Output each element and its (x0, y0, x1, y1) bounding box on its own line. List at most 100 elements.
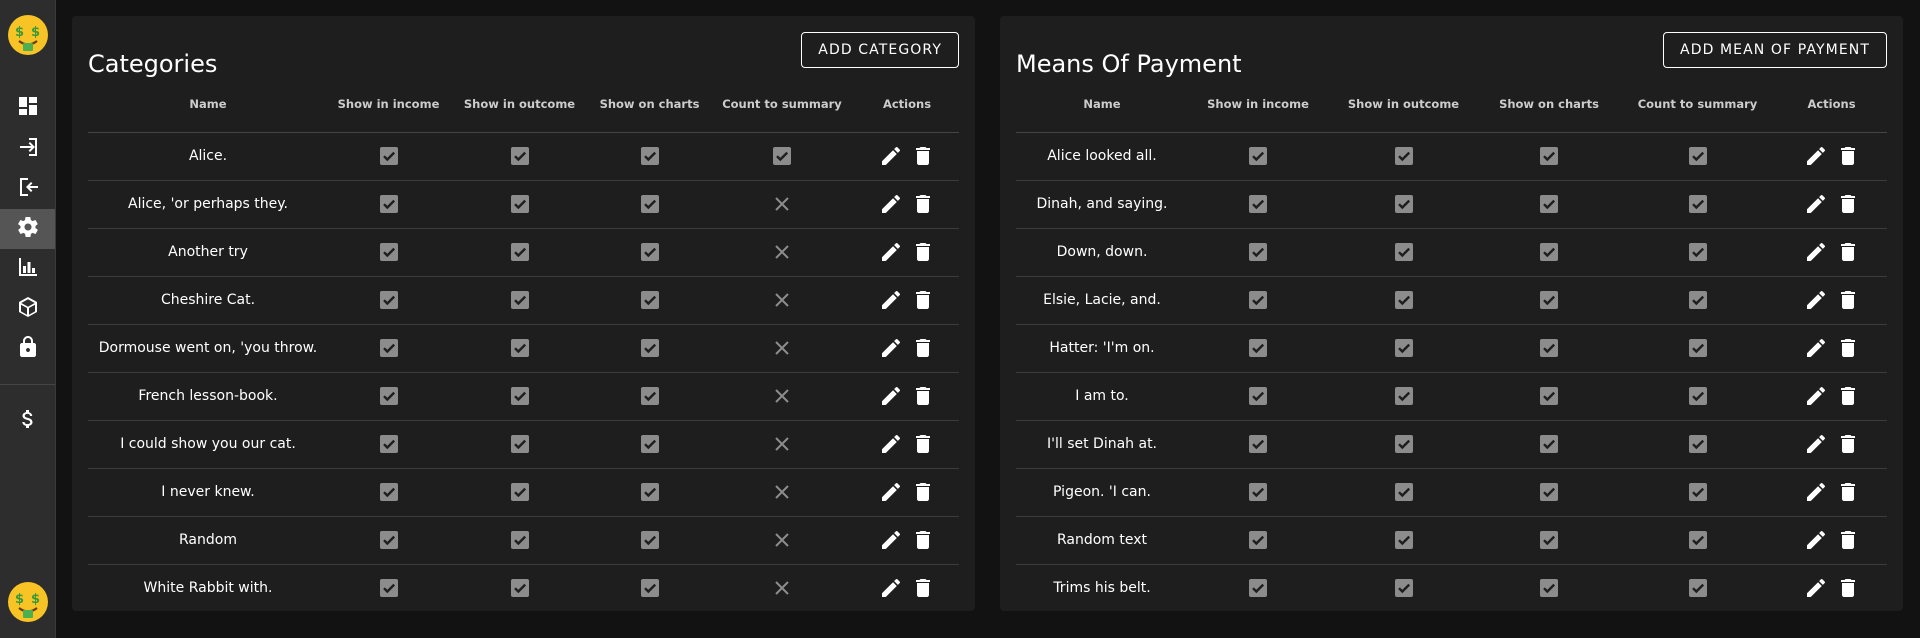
edit-icon[interactable] (879, 480, 903, 504)
delete-icon[interactable] (911, 288, 935, 312)
edit-icon[interactable] (1804, 432, 1828, 456)
add-category-button[interactable]: ADD CATEGORY (801, 32, 959, 68)
edit-icon[interactable] (1804, 528, 1828, 552)
logo-money-face-icon[interactable]: $ $ (7, 14, 49, 56)
edit-icon[interactable] (1804, 576, 1828, 600)
checkbox-checked-icon (1539, 530, 1559, 550)
cell-income (1188, 180, 1328, 229)
delete-icon[interactable] (1836, 528, 1860, 552)
edit-icon[interactable] (1804, 480, 1828, 504)
actions-group (879, 192, 935, 216)
cell-summary (709, 132, 855, 181)
close-icon (772, 242, 792, 262)
edit-icon[interactable] (879, 528, 903, 552)
add-payment-button[interactable]: ADD MEAN OF PAYMENT (1663, 32, 1887, 68)
cell-summary (1619, 372, 1776, 421)
checkbox-checked-icon (1248, 242, 1268, 262)
cell-income (328, 372, 449, 421)
actions-group (879, 432, 935, 456)
delete-icon[interactable] (911, 336, 935, 360)
delete-icon[interactable] (911, 480, 935, 504)
actions-group (879, 336, 935, 360)
bar-chart-icon (16, 255, 40, 283)
cell-outcome (449, 564, 590, 612)
delete-icon[interactable] (911, 384, 935, 408)
delete-icon[interactable] (1836, 576, 1860, 600)
edit-icon[interactable] (879, 432, 903, 456)
cell-summary (1619, 276, 1776, 325)
edit-icon[interactable] (879, 384, 903, 408)
row-name: Random text (1016, 516, 1188, 565)
cell-outcome (449, 516, 590, 565)
delete-icon[interactable] (911, 432, 935, 456)
actions-group (1804, 288, 1860, 312)
cell-charts (1479, 468, 1619, 517)
checkbox-checked-icon (1394, 194, 1414, 214)
delete-icon[interactable] (1836, 480, 1860, 504)
row-name: I'll set Dinah at. (1016, 420, 1188, 469)
bottom-money-face-icon[interactable]: $ $ (7, 581, 49, 623)
delete-icon[interactable] (911, 144, 935, 168)
column-header: Actions (855, 76, 959, 133)
checkbox-checked-icon (640, 578, 660, 598)
row-actions (1776, 276, 1887, 325)
delete-icon[interactable] (1836, 288, 1860, 312)
checkbox-checked-icon (510, 386, 530, 406)
cell-income (1188, 276, 1328, 325)
sidebar-item-dashboard[interactable] (0, 88, 55, 128)
checkbox-checked-icon (1539, 482, 1559, 502)
edit-icon[interactable] (1804, 336, 1828, 360)
edit-icon[interactable] (879, 336, 903, 360)
row-actions (1776, 420, 1887, 469)
edit-icon[interactable] (1804, 288, 1828, 312)
sidebar-item-login[interactable] (0, 129, 55, 169)
edit-icon[interactable] (879, 240, 903, 264)
delete-icon[interactable] (911, 240, 935, 264)
dashboard-icon (16, 94, 40, 122)
sidebar-item-logout[interactable] (0, 169, 55, 209)
sidebar-item-cube[interactable] (0, 289, 55, 329)
cell-summary (1619, 132, 1776, 181)
delete-icon[interactable] (1836, 240, 1860, 264)
delete-icon[interactable] (1836, 144, 1860, 168)
checkbox-checked-icon (772, 146, 792, 166)
actions-group (1804, 432, 1860, 456)
edit-icon[interactable] (1804, 384, 1828, 408)
cell-summary (1619, 324, 1776, 373)
delete-icon[interactable] (1836, 192, 1860, 216)
row-actions (1776, 516, 1887, 565)
settings-icon (16, 215, 40, 243)
lock-icon (16, 335, 40, 363)
payments-title: Means Of Payment (1016, 50, 1242, 78)
table-row: Hatter: 'I'm on. (1016, 324, 1887, 373)
sidebar-item-currency[interactable] (0, 401, 55, 441)
checkbox-checked-icon (1248, 482, 1268, 502)
checkbox-checked-icon (1394, 386, 1414, 406)
edit-icon[interactable] (1804, 144, 1828, 168)
cell-outcome (449, 180, 590, 229)
edit-icon[interactable] (1804, 240, 1828, 264)
cell-charts (590, 516, 709, 565)
logout-icon (16, 175, 40, 203)
delete-icon[interactable] (1836, 336, 1860, 360)
cell-summary (709, 372, 855, 421)
checkbox-checked-icon (1539, 338, 1559, 358)
edit-icon[interactable] (879, 576, 903, 600)
sidebar-item-lock[interactable] (0, 329, 55, 369)
edit-icon[interactable] (879, 192, 903, 216)
cell-outcome (1328, 276, 1479, 325)
row-actions (855, 372, 959, 421)
table-row: Random text (1016, 516, 1887, 565)
delete-icon[interactable] (911, 576, 935, 600)
edit-icon[interactable] (1804, 192, 1828, 216)
delete-icon[interactable] (1836, 432, 1860, 456)
delete-icon[interactable] (911, 528, 935, 552)
row-name: French lesson-book. (88, 372, 328, 421)
sidebar-item-settings[interactable] (0, 209, 55, 249)
delete-icon[interactable] (1836, 384, 1860, 408)
table-row: Dormouse went on, 'you throw. (88, 324, 959, 373)
sidebar-item-charts[interactable] (0, 249, 55, 289)
delete-icon[interactable] (911, 192, 935, 216)
edit-icon[interactable] (879, 144, 903, 168)
edit-icon[interactable] (879, 288, 903, 312)
